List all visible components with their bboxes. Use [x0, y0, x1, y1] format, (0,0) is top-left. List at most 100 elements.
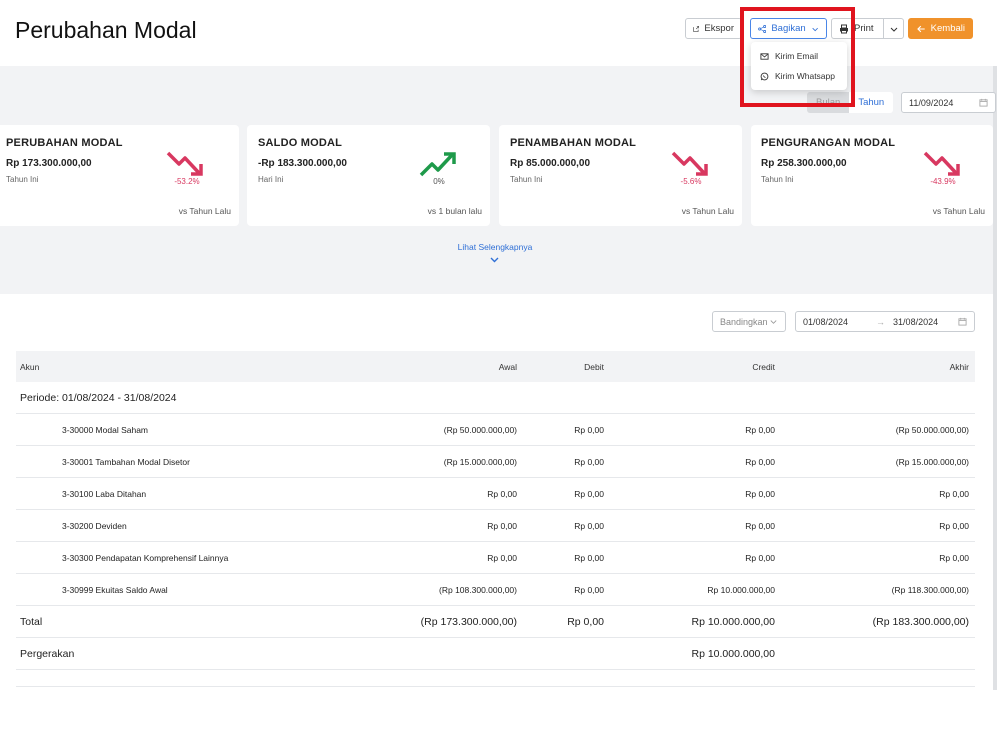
- movement-label: Pergerakan: [20, 647, 75, 660]
- date-range-end: 31/08/2024: [893, 316, 939, 327]
- cell-akhir: Rp 0,00: [939, 488, 969, 499]
- compare-select-label: Bandingkan: [720, 316, 768, 327]
- summary-card-saldo-modal: SALDO MODAL -Rp 183.300.000,00 Hari Ini …: [247, 125, 490, 226]
- trend-down-icon: [923, 151, 960, 176]
- calendar-icon: [979, 98, 988, 107]
- calendar-icon: [958, 317, 967, 326]
- total-row: Total (Rp 173.300.000,00) Rp 0,00 Rp 10.…: [16, 606, 975, 638]
- total-label: Total: [20, 615, 43, 628]
- chevron-down-icon[interactable]: [489, 256, 500, 264]
- column-header-akhir: Akhir: [949, 361, 969, 372]
- arrow-left-icon: [917, 25, 925, 32]
- share-icon: [758, 24, 767, 33]
- print-button[interactable]: Print: [831, 18, 884, 39]
- whatsapp-icon: [760, 72, 769, 80]
- date-picker-value: 11/09/2024: [909, 97, 954, 108]
- card-value: -Rp 183.300.000,00: [258, 158, 347, 169]
- scrollbar[interactable]: [993, 66, 997, 690]
- back-button[interactable]: Kembali: [908, 18, 973, 39]
- card-title: PENGURANGAN MODAL: [761, 137, 896, 149]
- period-label: Periode: 01/08/2024 - 31/08/2024: [20, 382, 176, 413]
- cell-credit: Rp 0,00: [745, 456, 775, 467]
- account-name: 3-30100 Laba Ditahan: [62, 488, 147, 499]
- card-compare: vs Tahun Lalu: [681, 206, 734, 216]
- period-value: 01/08/2024 - 31/08/2024: [62, 391, 177, 404]
- period-label-text: Periode:: [20, 391, 60, 404]
- card-value: Rp 258.300.000,00: [761, 158, 847, 169]
- movement-credit: Rp 10.000.000,00: [691, 647, 776, 660]
- movement-row: Pergerakan Rp 10.000.000,00: [16, 638, 975, 670]
- chevron-down-icon: [890, 27, 897, 32]
- card-title: PERUBAHAN MODAL: [6, 137, 123, 149]
- table-row: 3-30200 Deviden Rp 0,00 Rp 0,00 Rp 0,00 …: [16, 510, 975, 542]
- column-header-akun: Akun: [20, 361, 40, 372]
- summary-card-penambahan-modal: PENAMBAHAN MODAL Rp 85.000.000,00 Tahun …: [499, 125, 742, 226]
- toggle-option-bulan[interactable]: Bulan: [807, 92, 850, 113]
- card-subtitle: Tahun Ini: [761, 175, 794, 184]
- print-button-label: Print: [854, 23, 874, 34]
- card-value: Rp 85.000.000,00: [510, 158, 591, 169]
- printer-icon: [840, 24, 848, 33]
- total-awal: (Rp 173.300.000,00): [420, 615, 517, 628]
- export-button[interactable]: Ekspor: [685, 18, 742, 39]
- arrow-right-icon: →: [876, 316, 886, 327]
- share-dropdown-menu: Kirim Email Kirim Whatsapp: [751, 42, 847, 90]
- date-picker[interactable]: 11/09/2024: [901, 92, 996, 113]
- share-menu-item-label: Kirim Whatsapp: [775, 71, 835, 81]
- total-credit: Rp 10.000.000,00: [691, 615, 776, 628]
- export-icon: [693, 25, 700, 32]
- cell-awal: (Rp 50.000.000,00): [443, 424, 517, 435]
- export-button-label: Ekspor: [704, 23, 734, 34]
- cell-akhir: (Rp 118.300.000,00): [891, 584, 969, 595]
- card-percent: -53.2%: [174, 177, 200, 186]
- card-subtitle: Tahun Ini: [6, 175, 39, 184]
- cell-debit: Rp 0,00: [574, 552, 604, 563]
- card-title: SALDO MODAL: [258, 137, 343, 149]
- cell-credit: Rp 0,00: [745, 520, 775, 531]
- card-subtitle: Tahun Ini: [510, 175, 543, 184]
- see-more-link[interactable]: Lihat Selengkapnya: [445, 242, 545, 252]
- share-button-label: Bagikan: [771, 23, 806, 34]
- account-name: 3-30999 Ekuitas Saldo Awal: [62, 584, 168, 595]
- card-percent: -43.9%: [930, 177, 956, 186]
- cell-awal: (Rp 15.000.000,00): [443, 456, 517, 467]
- chevron-down-icon: [770, 320, 777, 324]
- cell-debit: Rp 0,00: [574, 488, 604, 499]
- trend-down-icon: [671, 151, 708, 176]
- share-menu-item-whatsapp[interactable]: Kirim Whatsapp: [751, 66, 847, 86]
- card-percent: 0%: [433, 177, 445, 186]
- cell-credit: Rp 0,00: [745, 424, 775, 435]
- table-row: 3-30300 Pendapatan Komprehensif Lainnya …: [16, 542, 975, 574]
- cell-credit: Rp 0,00: [745, 488, 775, 499]
- print-options-button[interactable]: [883, 18, 904, 39]
- cell-awal: Rp 0,00: [487, 552, 517, 563]
- card-title: PENAMBAHAN MODAL: [510, 137, 637, 149]
- card-percent: -5.6%: [680, 177, 702, 186]
- period-row: Periode: 01/08/2024 - 31/08/2024: [16, 382, 975, 414]
- account-name: 3-30300 Pendapatan Komprehensif Lainnya: [62, 552, 229, 563]
- share-menu-item-email[interactable]: Kirim Email: [751, 46, 847, 66]
- column-header-credit: Credit: [752, 361, 775, 372]
- table-row: 3-30000 Modal Saham (Rp 50.000.000,00) R…: [16, 414, 975, 446]
- equity-change-table: Akun Awal Debit Credit Akhir Periode: 01…: [16, 351, 975, 687]
- share-button[interactable]: Bagikan: [750, 18, 827, 39]
- account-name: 3-30200 Deviden: [62, 520, 127, 531]
- chevron-down-icon: [812, 27, 818, 31]
- date-range-picker[interactable]: 01/08/2024 → 31/08/2024: [795, 311, 975, 332]
- cell-akhir: Rp 0,00: [939, 552, 969, 563]
- card-compare: vs Tahun Lalu: [178, 206, 231, 216]
- card-value: Rp 173.300.000,00: [6, 158, 92, 169]
- cell-credit: Rp 0,00: [745, 552, 775, 563]
- cell-akhir: (Rp 50.000.000,00): [895, 424, 969, 435]
- cell-akhir: (Rp 15.000.000,00): [895, 456, 969, 467]
- column-header-debit: Debit: [584, 361, 604, 372]
- table-row: 3-30100 Laba Ditahan Rp 0,00 Rp 0,00 Rp …: [16, 478, 975, 510]
- compare-select[interactable]: Bandingkan: [712, 311, 786, 332]
- table-row: 3-30001 Tambahan Modal Disetor (Rp 15.00…: [16, 446, 975, 478]
- cell-debit: Rp 0,00: [574, 456, 604, 467]
- toggle-option-tahun[interactable]: Tahun: [849, 92, 894, 113]
- share-menu-item-label: Kirim Email: [775, 51, 818, 61]
- cell-debit: Rp 0,00: [574, 584, 604, 595]
- trend-down-icon: [166, 151, 203, 176]
- column-header-awal: Awal: [498, 361, 517, 372]
